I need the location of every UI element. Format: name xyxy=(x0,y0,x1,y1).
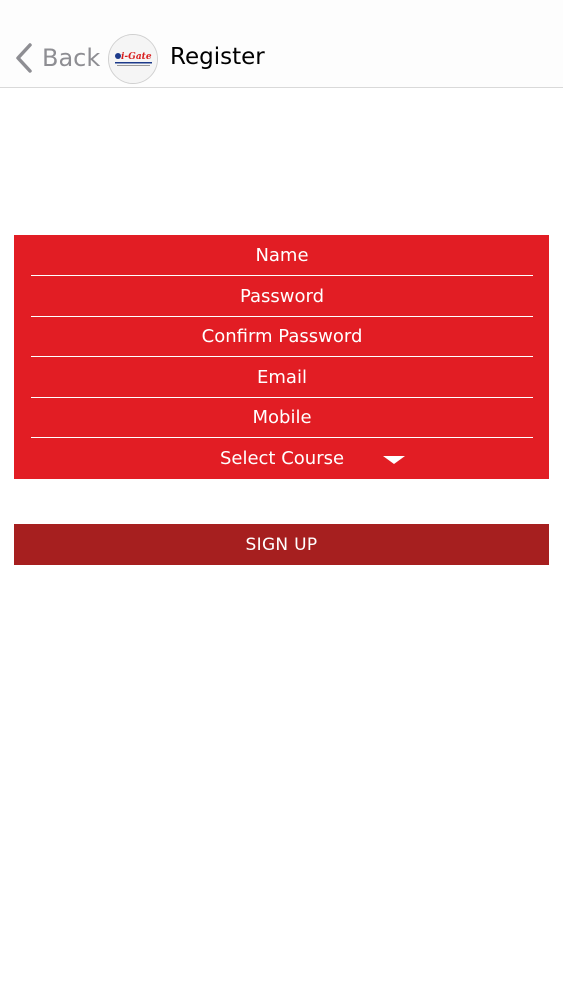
confirm-password-field[interactable]: Confirm Password xyxy=(31,316,533,357)
email-field-placeholder: Email xyxy=(257,366,307,388)
confirm-password-field-placeholder: Confirm Password xyxy=(201,325,363,347)
email-field[interactable]: Email xyxy=(31,357,533,398)
course-select[interactable]: Select Course xyxy=(31,438,533,478)
course-select-value: Select Course xyxy=(219,447,345,469)
logo-wordmark: i-Gate xyxy=(121,52,152,62)
registration-form: Name Password Confirm Password Email Mob… xyxy=(14,235,549,479)
password-field-placeholder: Password xyxy=(239,285,325,307)
chevron-left-icon xyxy=(14,42,34,74)
back-label: Back xyxy=(42,44,101,72)
dropdown-caret-icon xyxy=(383,456,405,464)
mobile-field[interactable]: Mobile xyxy=(31,397,533,438)
app-logo: i-Gate xyxy=(108,34,158,84)
password-field[interactable]: Password xyxy=(31,276,533,317)
mobile-field-placeholder: Mobile xyxy=(252,406,312,428)
name-field[interactable]: Name xyxy=(31,235,533,276)
name-field-placeholder: Name xyxy=(255,244,309,266)
back-button[interactable]: Back xyxy=(14,40,100,76)
page-title: Register xyxy=(170,44,265,70)
navigation-bar: Back i-Gate Register xyxy=(0,0,563,88)
signup-button[interactable]: SIGN UP xyxy=(14,524,549,565)
